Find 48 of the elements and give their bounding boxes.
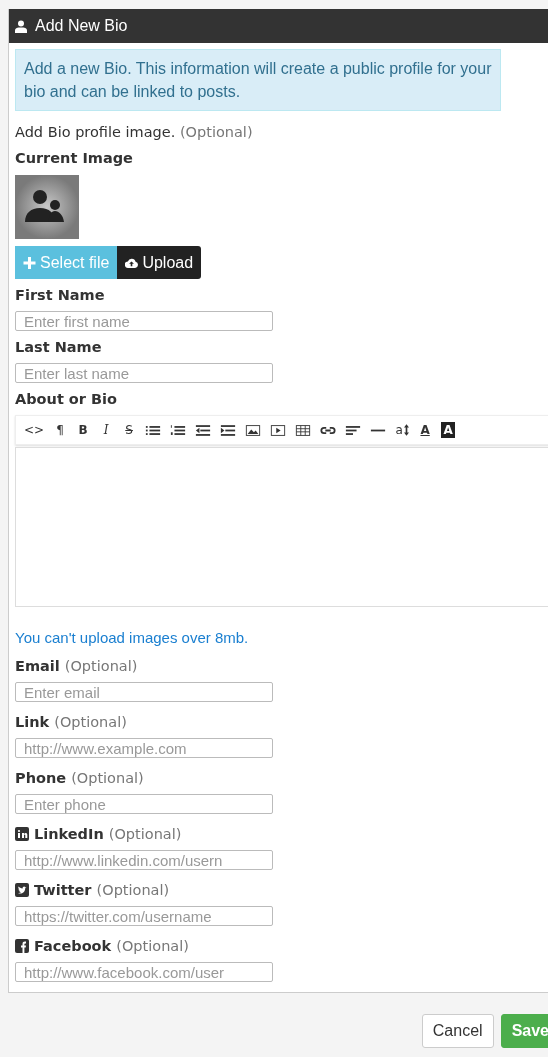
italic-button[interactable]: I: [99, 422, 114, 438]
cloud-upload-icon: [125, 256, 139, 269]
facebook-icon: [15, 939, 29, 953]
linkedin-icon: [15, 827, 29, 841]
input-field[interactable]: Enter phone: [15, 794, 273, 814]
field-label: Link (Optional): [15, 713, 127, 732]
field-label: Twitter (Optional): [34, 881, 170, 900]
input-field[interactable]: https://twitter.com/username: [15, 906, 273, 926]
input-field[interactable]: http://www.example.com: [15, 738, 273, 758]
input-field[interactable]: Enter last name: [15, 363, 273, 383]
align-icon[interactable]: [345, 423, 362, 437]
bold-button[interactable]: B: [76, 422, 91, 438]
font-size-button[interactable]: a: [395, 422, 410, 438]
outdent-icon[interactable]: [195, 423, 212, 437]
plus-icon: [23, 256, 36, 269]
field-label: Email (Optional): [15, 657, 138, 676]
cancel-button[interactable]: Cancel: [421, 1014, 494, 1048]
avatar-placeholder-icon: [15, 175, 79, 239]
panel-title: Add New Bio: [35, 17, 128, 35]
input-field[interactable]: http://www.linkedin.com/usern: [15, 850, 273, 870]
field-label: First Name: [15, 286, 106, 305]
field-label: Facebook (Optional): [34, 937, 189, 956]
field-label: Phone (Optional): [15, 769, 144, 788]
field-label: Add Bio profile image. (Optional): [15, 123, 254, 142]
bird-icon: [15, 883, 29, 897]
field-label: About or Bio: [15, 390, 118, 409]
user-icon: [15, 19, 27, 33]
input-field[interactable]: Enter email: [15, 682, 273, 702]
toolbar-button[interactable]: <>: [24, 422, 45, 438]
input-field[interactable]: Enter first name: [15, 311, 273, 331]
font-color-button[interactable]: A: [418, 422, 433, 438]
table-icon[interactable]: [295, 423, 312, 437]
bullet-list-icon[interactable]: [145, 423, 162, 437]
field-label: LinkedIn (Optional): [34, 825, 182, 844]
strikethrough-button[interactable]: S: [122, 422, 137, 438]
field-label: Last Name: [15, 338, 103, 357]
indent-icon[interactable]: [220, 423, 237, 437]
up-down-arrow-icon: [403, 424, 409, 436]
video-icon[interactable]: [270, 423, 287, 437]
info-alert: Add a new Bio. This information will create a public profile for your bio and can be linked to posts.: [15, 49, 501, 111]
toolbar-button[interactable]: ¶: [53, 422, 68, 438]
background-color-button[interactable]: A: [441, 422, 456, 438]
input-field[interactable]: http://www.facebook.com/user: [15, 962, 273, 982]
number-list-icon[interactable]: [170, 423, 187, 437]
field-label: Current Image: [15, 149, 134, 168]
image-icon[interactable]: [245, 423, 262, 437]
upload-size-note: You can't upload images over 8mb.: [15, 629, 250, 646]
upload-button[interactable]: Upload: [117, 246, 202, 279]
